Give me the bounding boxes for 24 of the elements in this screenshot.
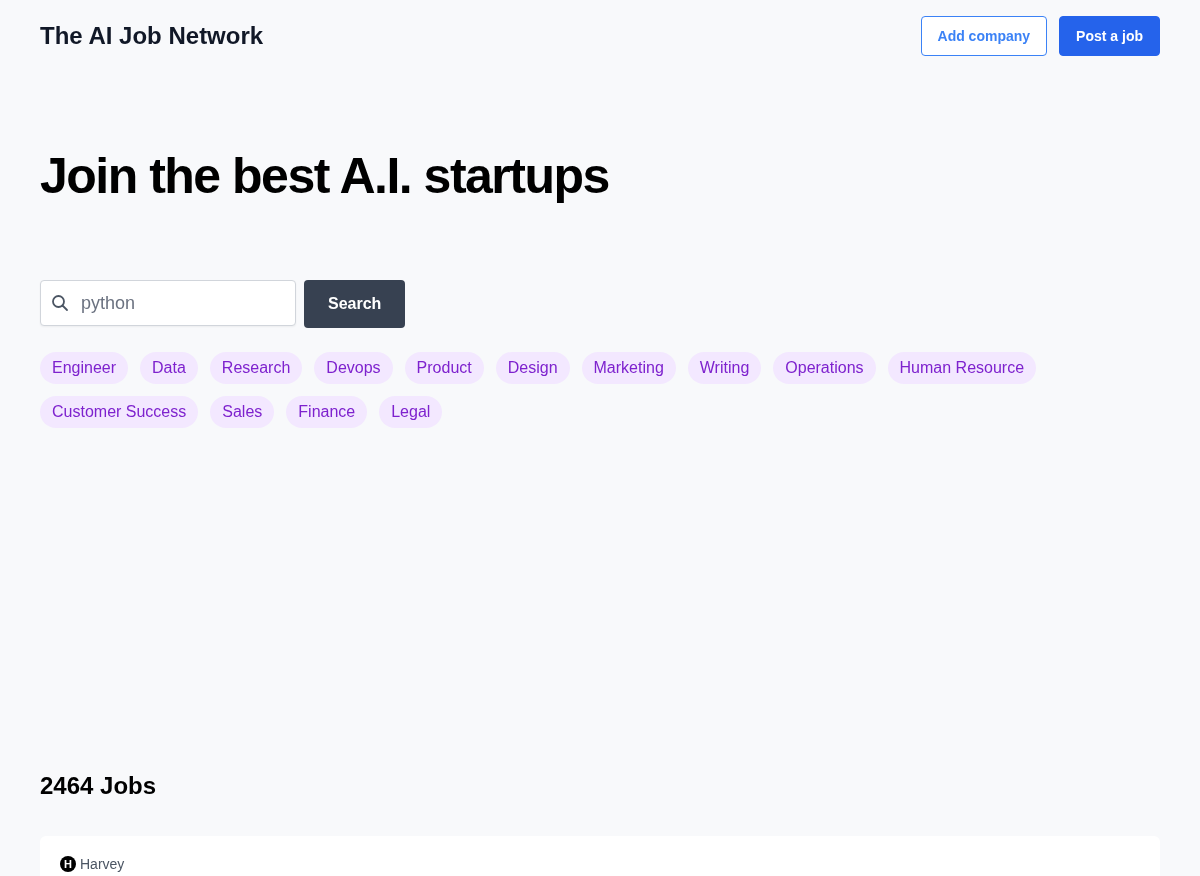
site-title[interactable]: The AI Job Network bbox=[40, 22, 264, 50]
category-chip[interactable]: Marketing bbox=[581, 352, 676, 384]
category-chip[interactable]: Operations bbox=[773, 352, 876, 384]
search-button[interactable]: Search bbox=[304, 280, 406, 328]
category-chip[interactable]: Finance bbox=[286, 396, 368, 428]
company-name: Harvey bbox=[80, 856, 125, 872]
category-chip[interactable]: Data bbox=[140, 352, 198, 384]
category-chip[interactable]: Sales bbox=[210, 396, 275, 428]
category-chip[interactable]: Legal bbox=[379, 396, 443, 428]
search-field[interactable]: python bbox=[40, 280, 296, 326]
category-chip[interactable]: Writing bbox=[687, 352, 762, 384]
category-chip[interactable]: Engineer bbox=[40, 352, 129, 384]
jobs-count: 2464 Jobs bbox=[40, 772, 158, 800]
hero-headline: Join the best A.I. startups bbox=[40, 148, 610, 204]
category-chip[interactable]: Design bbox=[495, 352, 570, 384]
category-chip[interactable]: Human Resource bbox=[887, 352, 1037, 384]
category-chip[interactable]: Customer Success bbox=[40, 396, 199, 428]
post-job-button[interactable]: Post a job bbox=[1059, 16, 1160, 56]
category-chip[interactable]: Research bbox=[209, 352, 303, 384]
job-card[interactable]: H Harvey bbox=[40, 836, 1160, 876]
add-company-button[interactable]: Add company bbox=[920, 16, 1048, 56]
category-chip[interactable]: Product bbox=[404, 352, 484, 384]
category-chip[interactable]: Devops bbox=[314, 352, 393, 384]
company-logo: H bbox=[60, 856, 76, 872]
